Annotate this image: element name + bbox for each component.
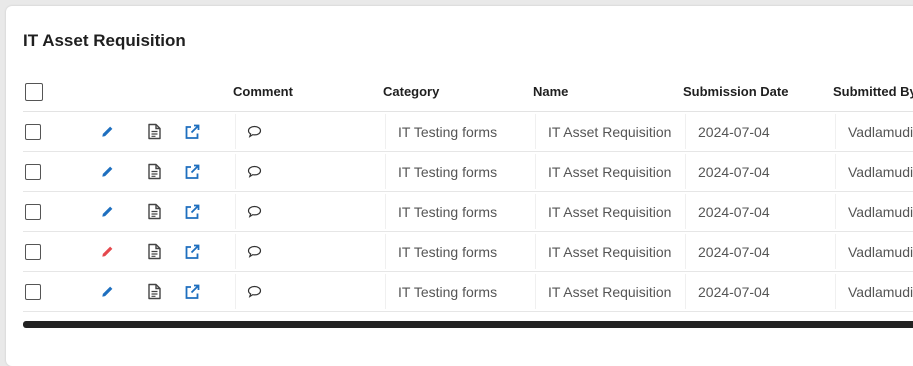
column-header-category[interactable]: Category bbox=[383, 72, 439, 111]
comment-icon[interactable] bbox=[247, 165, 262, 178]
submitted-by-cell: Vadlamudi, bbox=[848, 123, 913, 140]
document-icon[interactable] bbox=[147, 283, 162, 300]
table-row[interactable]: IT Testing forms IT Asset Requisition 20… bbox=[23, 152, 913, 192]
open-cell bbox=[184, 152, 201, 191]
pencil-icon[interactable] bbox=[100, 204, 115, 219]
table-row[interactable]: IT Testing forms IT Asset Requisition 20… bbox=[23, 112, 913, 152]
comment-cell bbox=[247, 232, 262, 271]
submitted-by-cell: Vadlamudi, bbox=[848, 163, 913, 180]
column-header-submission-date[interactable]: Submission Date bbox=[683, 72, 788, 111]
table-row[interactable]: IT Testing forms IT Asset Requisition 20… bbox=[23, 232, 913, 272]
comment-icon[interactable] bbox=[247, 205, 262, 218]
document-cell bbox=[147, 272, 162, 311]
open-cell bbox=[184, 192, 201, 231]
column-header-comment[interactable]: Comment bbox=[233, 72, 293, 111]
name-cell: IT Asset Requisition bbox=[548, 243, 672, 260]
column-header-submitted-by[interactable]: Submitted By bbox=[833, 72, 913, 111]
category-cell: IT Testing forms bbox=[398, 283, 498, 300]
row-select-cell bbox=[25, 152, 41, 191]
open-cell bbox=[184, 272, 201, 311]
external-link-icon[interactable] bbox=[184, 204, 201, 220]
table-header: Comment Category Name Submission Date Su… bbox=[23, 72, 913, 112]
pencil-icon[interactable] bbox=[100, 124, 115, 139]
category-cell: IT Testing forms bbox=[398, 243, 498, 260]
submission-date-cell: 2024-07-04 bbox=[698, 163, 770, 180]
submitted-by-cell: Vadlamudi, bbox=[848, 203, 913, 220]
external-link-icon[interactable] bbox=[184, 164, 201, 180]
document-icon[interactable] bbox=[147, 203, 162, 220]
row-select-cell bbox=[25, 232, 41, 271]
submission-date-cell: 2024-07-04 bbox=[698, 283, 770, 300]
comment-icon[interactable] bbox=[247, 285, 262, 298]
external-link-icon[interactable] bbox=[184, 284, 201, 300]
submitted-by-cell: Vadlamudi, bbox=[848, 243, 913, 260]
external-link-icon[interactable] bbox=[184, 244, 201, 260]
submission-date-cell: 2024-07-04 bbox=[698, 243, 770, 260]
submitted-by-cell: Vadlamudi, bbox=[848, 283, 913, 300]
data-table: Comment Category Name Submission Date Su… bbox=[23, 72, 913, 312]
edit-cell bbox=[100, 272, 115, 311]
edit-cell bbox=[100, 232, 115, 271]
requisition-card: IT Asset Requisition Comment Category Na… bbox=[6, 6, 913, 366]
external-link-icon[interactable] bbox=[184, 124, 201, 140]
edit-cell bbox=[100, 192, 115, 231]
row-select-cell bbox=[25, 112, 41, 151]
comment-cell bbox=[247, 272, 262, 311]
table-row[interactable]: IT Testing forms IT Asset Requisition 20… bbox=[23, 272, 913, 312]
edit-cell bbox=[100, 152, 115, 191]
submission-date-cell: 2024-07-04 bbox=[698, 123, 770, 140]
comment-icon[interactable] bbox=[247, 125, 262, 138]
row-select-cell bbox=[25, 192, 41, 231]
name-cell: IT Asset Requisition bbox=[548, 283, 672, 300]
comment-cell bbox=[247, 192, 262, 231]
row-checkbox[interactable] bbox=[25, 243, 41, 260]
page-title: IT Asset Requisition bbox=[23, 31, 186, 50]
select-all-checkbox[interactable] bbox=[25, 82, 43, 101]
document-cell bbox=[147, 152, 162, 191]
pencil-icon[interactable] bbox=[100, 244, 115, 259]
name-cell: IT Asset Requisition bbox=[548, 163, 672, 180]
name-cell: IT Asset Requisition bbox=[548, 123, 672, 140]
row-select-cell bbox=[25, 272, 41, 311]
document-icon[interactable] bbox=[147, 163, 162, 180]
category-cell: IT Testing forms bbox=[398, 163, 498, 180]
document-cell bbox=[147, 192, 162, 231]
edit-cell bbox=[100, 112, 115, 151]
row-checkbox[interactable] bbox=[25, 163, 41, 180]
document-cell bbox=[147, 232, 162, 271]
submission-date-cell: 2024-07-04 bbox=[698, 203, 770, 220]
select-all-cell bbox=[25, 72, 43, 111]
comment-cell bbox=[247, 112, 262, 151]
open-cell bbox=[184, 112, 201, 151]
row-checkbox[interactable] bbox=[25, 203, 41, 220]
comment-icon[interactable] bbox=[247, 245, 262, 258]
pencil-icon[interactable] bbox=[100, 284, 115, 299]
category-cell: IT Testing forms bbox=[398, 123, 498, 140]
table-row[interactable]: IT Testing forms IT Asset Requisition 20… bbox=[23, 192, 913, 232]
category-cell: IT Testing forms bbox=[398, 203, 498, 220]
document-icon[interactable] bbox=[147, 243, 162, 260]
document-icon[interactable] bbox=[147, 123, 162, 140]
row-checkbox[interactable] bbox=[25, 123, 41, 140]
name-cell: IT Asset Requisition bbox=[548, 203, 672, 220]
column-header-name[interactable]: Name bbox=[533, 72, 568, 111]
comment-cell bbox=[247, 152, 262, 191]
horizontal-scrollbar[interactable] bbox=[23, 321, 913, 328]
row-checkbox[interactable] bbox=[25, 283, 41, 300]
pencil-icon[interactable] bbox=[100, 164, 115, 179]
table-body: IT Testing forms IT Asset Requisition 20… bbox=[23, 112, 913, 312]
open-cell bbox=[184, 232, 201, 271]
document-cell bbox=[147, 112, 162, 151]
